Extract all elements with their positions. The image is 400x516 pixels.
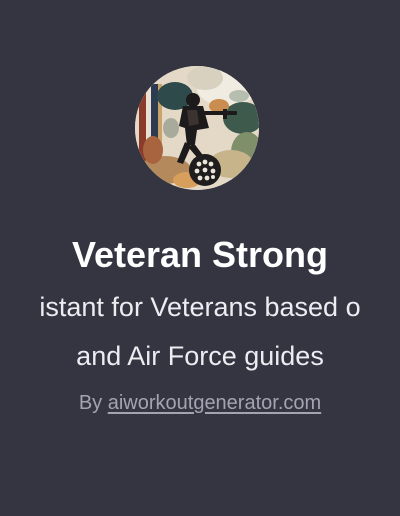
gpt-avatar [135,66,259,190]
byline-prefix: By [78,392,103,414]
veteran-soldier-collage-icon [135,66,259,190]
gpt-byline: By aiworkoutgenerator.com [0,389,400,417]
gpt-profile-card: Veteran Strong istant for Veterans based… [0,0,400,516]
author-link[interactable]: aiworkoutgenerator.com [108,392,321,414]
gpt-description-line-2: and Air Force guides [76,341,324,371]
gpt-name: Veteran Strong [71,234,329,275]
gpt-description-line-1: istant for Veterans based o [39,292,361,322]
